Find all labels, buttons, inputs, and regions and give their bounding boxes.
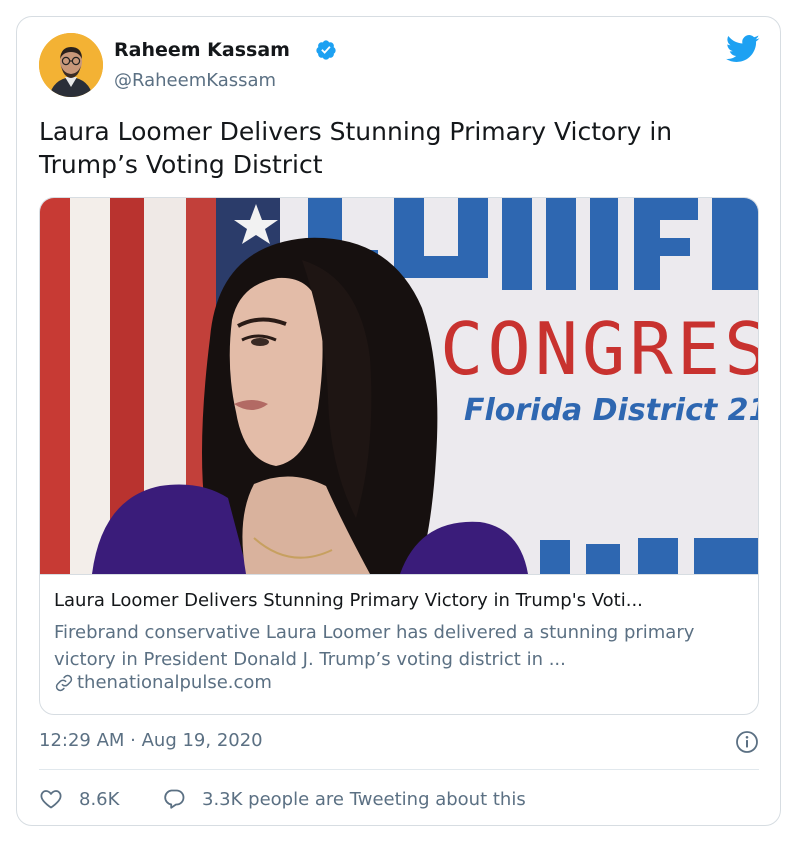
card-domain-text[interactable]: thenationalpulse.com: [77, 672, 272, 693]
link-icon: [55, 674, 73, 691]
card-body[interactable]: Laura Loomer Delivers Stunning Primary V…: [40, 574, 758, 714]
author-handle[interactable]: @RaheemKassam: [114, 70, 276, 91]
speech-bubble-icon: [164, 789, 185, 809]
twitter-bird-icon[interactable]: [726, 34, 760, 64]
svg-text:Florida District 21: Florida District 21: [464, 393, 759, 428]
like-count: 8.6K: [79, 788, 120, 810]
conversation-text: 3.3K people are Tweeting about this: [202, 788, 526, 810]
conversation-button[interactable]: 3.3K people are Tweeting about this: [162, 787, 526, 811]
card-image[interactable]: CONGRESS Florida District 21: [40, 198, 759, 574]
heart-icon: [40, 790, 62, 809]
tweet-timestamp[interactable]: 12:29 AM · Aug 19, 2020: [39, 730, 263, 751]
card-domain[interactable]: thenationalpulse.com: [54, 672, 272, 693]
divider: [39, 769, 759, 770]
card-description: Firebrand conservative Laura Loomer has …: [54, 622, 695, 670]
author-display-name[interactable]: Raheem Kassam: [114, 39, 290, 61]
card-title[interactable]: Laura Loomer Delivers Stunning Primary V…: [54, 590, 750, 611]
tweet-text: Laura Loomer Delivers Stunning Primary V…: [39, 117, 673, 179]
info-icon[interactable]: [735, 730, 759, 754]
tweet-card[interactable]: Raheem Kassam @RaheemKassam Laura Loomer…: [16, 16, 781, 826]
svg-text:CONGRESS: CONGRESS: [440, 307, 759, 391]
verified-badge-icon: [316, 40, 336, 60]
avatar[interactable]: [39, 33, 103, 97]
link-preview-card[interactable]: CONGRESS Florida District 21: [39, 197, 759, 715]
like-button[interactable]: 8.6K: [39, 787, 119, 811]
